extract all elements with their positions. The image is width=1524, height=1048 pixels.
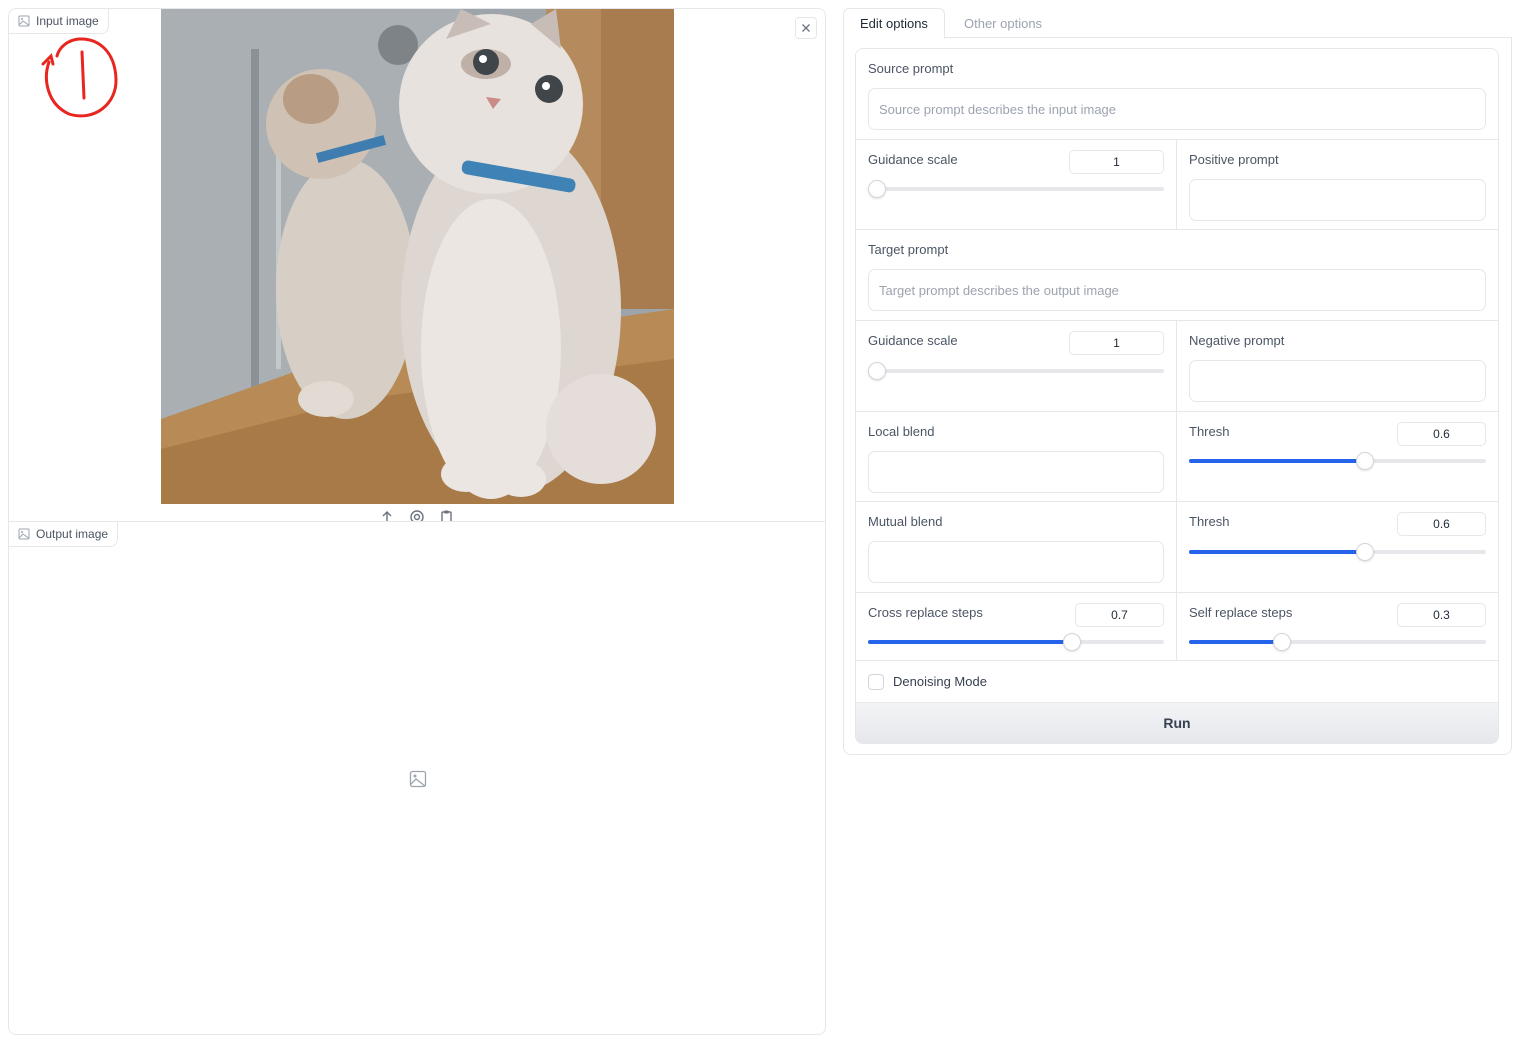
local-blend-input[interactable] (879, 464, 1153, 480)
target-guidance-number[interactable]: 1 (1069, 331, 1164, 355)
close-icon (802, 24, 810, 32)
options-tabs: Edit options Other options (843, 8, 1512, 39)
input-image-label-text: Input image (36, 14, 99, 28)
self-replace-slider[interactable] (1189, 633, 1486, 651)
input-photo (161, 9, 674, 504)
image-icon (18, 15, 30, 27)
slider-track (868, 369, 1164, 373)
target-guidance-slider[interactable] (868, 362, 1164, 380)
local-blend-field[interactable] (868, 451, 1164, 493)
denoising-mode-checkbox[interactable] (868, 673, 884, 690)
source-guidance-slider[interactable] (868, 180, 1164, 198)
source-guidance-number[interactable]: 1 (1069, 150, 1164, 174)
run-button[interactable]: Run (856, 703, 1498, 743)
slider-thumb[interactable] (868, 362, 886, 380)
source-prompt-input[interactable] (879, 101, 1475, 117)
self-replace-number[interactable]: 0.3 (1397, 603, 1486, 627)
target-prompt-block: Target prompt (856, 230, 1498, 321)
source-prompt-field[interactable] (868, 88, 1486, 130)
tab-other-options[interactable]: Other options (947, 8, 1059, 38)
slider-track (868, 187, 1164, 191)
target-prompt-label: Target prompt (868, 242, 949, 257)
image-placeholder-icon (409, 770, 427, 788)
slider-fill (1189, 459, 1368, 463)
positive-prompt-label: Positive prompt (1189, 152, 1279, 167)
red-circle-annotation (41, 37, 118, 118)
cross-replace-slider[interactable] (868, 633, 1164, 651)
slider-fill (868, 640, 1076, 644)
local-thresh-number[interactable]: 0.6 (1397, 422, 1486, 446)
output-image-panel: Output image (8, 521, 826, 1035)
source-guidance-block: Guidance scale 1 (856, 140, 1177, 230)
slider-thumb[interactable] (1272, 633, 1291, 651)
positive-prompt-block: Positive prompt (1177, 140, 1498, 230)
target-prompt-field[interactable] (868, 269, 1486, 311)
cross-replace-block: Cross replace steps 0.7 (856, 593, 1177, 661)
tab-edit-options-label: Edit options (860, 16, 928, 31)
cross-replace-number[interactable]: 0.7 (1075, 603, 1164, 627)
edit-options-form: Source prompt Guidance scale 1 Positive … (855, 48, 1499, 744)
mutual-thresh-slider[interactable] (1189, 543, 1486, 561)
mutual-thresh-block: Thresh 0.6 (1177, 502, 1498, 593)
slider-thumb[interactable] (1356, 452, 1375, 470)
target-guidance-block: Guidance scale 1 (856, 321, 1177, 412)
source-prompt-block: Source prompt (856, 49, 1498, 140)
target-prompt-input[interactable] (879, 282, 1475, 298)
positive-prompt-input[interactable] (1200, 192, 1475, 208)
local-blend-label: Local blend (868, 424, 935, 439)
source-prompt-label: Source prompt (868, 61, 954, 76)
output-image-label-text: Output image (36, 527, 109, 541)
mutual-blend-input[interactable] (879, 554, 1153, 570)
negative-prompt-input[interactable] (1200, 373, 1475, 389)
slider-thumb[interactable] (1356, 543, 1375, 561)
denoising-mode-row[interactable]: Denoising Mode (856, 661, 1498, 703)
negative-prompt-label: Negative prompt (1189, 333, 1285, 348)
negative-prompt-field[interactable] (1189, 360, 1486, 402)
local-thresh-block: Thresh 0.6 (1177, 412, 1498, 502)
local-thresh-slider[interactable] (1189, 452, 1486, 470)
clear-image-button[interactable] (795, 17, 817, 39)
self-replace-block: Self replace steps 0.3 (1177, 593, 1498, 661)
output-image-label: Output image (9, 522, 119, 547)
denoising-mode-label[interactable]: Denoising Mode (893, 674, 987, 689)
image-icon (18, 528, 30, 540)
mutual-blend-field[interactable] (868, 541, 1164, 583)
local-blend-block: Local blend (856, 412, 1177, 502)
negative-prompt-block: Negative prompt (1177, 321, 1498, 412)
slider-fill (1189, 640, 1279, 644)
mutual-thresh-number[interactable]: 0.6 (1397, 512, 1486, 536)
tab-other-options-label: Other options (964, 15, 1043, 31)
slider-thumb[interactable] (868, 180, 886, 198)
input-image-label: Input image (9, 9, 109, 34)
mutual-blend-block: Mutual blend (856, 502, 1177, 593)
mutual-blend-label: Mutual blend (868, 514, 943, 529)
slider-fill (1189, 550, 1368, 554)
positive-prompt-field[interactable] (1189, 179, 1486, 221)
input-image-panel[interactable]: Input image (8, 8, 826, 523)
cats-photo (161, 9, 674, 504)
tab-edit-options[interactable]: Edit options (843, 8, 945, 39)
slider-thumb[interactable] (1062, 633, 1081, 651)
